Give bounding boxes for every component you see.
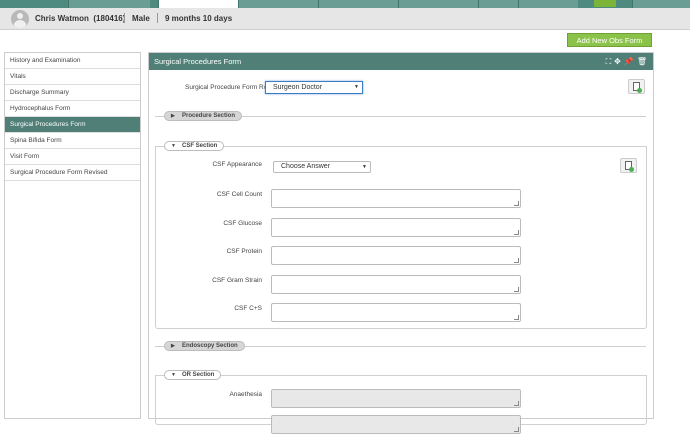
sidebar-item-visit[interactable]: Visit Form	[5, 149, 140, 165]
csf-glucose-label: CSF Glucose	[223, 220, 262, 227]
tab-3[interactable]	[238, 0, 318, 8]
role-select-value: Surgeon Doctor	[273, 84, 323, 91]
sidebar-item-spina-bifida[interactable]: Spina Bifida Form	[5, 133, 140, 149]
divider	[124, 13, 125, 23]
sidebar-item-vitals[interactable]: Vitals	[5, 69, 140, 85]
patient-gender: Male	[132, 14, 150, 23]
csf-protein-label: CSF Protein	[226, 248, 262, 255]
sidebar-item-hydrocephalus[interactable]: Hydrocephalus Form	[5, 101, 140, 117]
csf-cs-label: CSF C+S	[234, 305, 262, 312]
chevron-down-icon: ▼	[362, 164, 367, 170]
chevron-down-icon: ▼	[354, 84, 359, 90]
tab-patient[interactable]	[68, 0, 150, 8]
sidebar-item-surgical-procedures[interactable]: Surgical Procedures Form	[5, 117, 140, 133]
tab-active[interactable]	[158, 0, 238, 8]
chevron-right-icon: ▶	[171, 113, 175, 119]
or-next-input[interactable]	[271, 415, 521, 434]
top-navigation	[0, 0, 690, 8]
procedure-section-toggle[interactable]: ▶ Procedure Section	[164, 111, 243, 121]
csf-gram-strain-label: CSF Gram Strain	[212, 277, 262, 284]
sidebar-item-history[interactable]: History and Examination	[5, 53, 140, 69]
divider	[157, 13, 158, 23]
csf-protein-input[interactable]	[271, 246, 521, 265]
form-list-sidebar: History and Examination Vitals Discharge…	[4, 52, 141, 419]
csf-appearance-value: Choose Answer	[281, 163, 331, 170]
chevron-down-icon: ▼	[171, 143, 176, 149]
role-select[interactable]: Surgeon Doctor ▼	[265, 81, 363, 94]
pin-icon[interactable]: 📌	[624, 53, 634, 70]
anaethesia-input[interactable]	[271, 389, 521, 408]
add-new-obs-form-button[interactable]: Add New Obs Form	[567, 33, 652, 47]
user-avatar-icon	[11, 10, 29, 28]
form-header: Surgical Procedures Form ⛶ ✥ 📌 🗑	[149, 53, 653, 70]
sidebar-item-discharge[interactable]: Discharge Summary	[5, 85, 140, 101]
csf-cs-input[interactable]	[271, 303, 521, 322]
top-green-button[interactable]	[594, 0, 616, 7]
or-section-toggle[interactable]: ▼ OR Section	[164, 370, 222, 380]
form-header-icons: ⛶ ✥ 📌 🗑	[606, 53, 647, 70]
sidebar-item-surgical-revised[interactable]: Surgical Procedure Form Revised	[5, 165, 140, 181]
role-label: Surgical Procedure Form Role	[185, 84, 273, 91]
csf-section-box	[155, 146, 647, 329]
tab-5[interactable]	[398, 0, 478, 8]
anaethesia-label: Anaethesia	[229, 391, 262, 398]
chevron-right-icon: ▶	[171, 343, 175, 349]
tab-4[interactable]	[318, 0, 398, 8]
csf-appearance-select[interactable]: Choose Answer ▼	[273, 161, 371, 173]
csf-appearance-label: CSF Appearance	[212, 161, 262, 168]
csf-cell-count-label: CSF Cell Count	[216, 191, 262, 198]
csf-section-toggle[interactable]: ▼ CSF Section	[164, 141, 225, 151]
tab-8[interactable]	[632, 0, 690, 8]
patient-id: (180416)	[93, 14, 126, 23]
form-title: Surgical Procedures Form	[154, 57, 242, 66]
add-note-icon	[633, 82, 642, 93]
procedure-section-label: Procedure Section	[182, 113, 236, 119]
csf-glucose-input[interactable]	[271, 218, 521, 237]
endoscopy-section-label: Endoscopy Section	[182, 343, 238, 349]
trash-icon[interactable]: 🗑	[637, 53, 647, 70]
endoscopy-section-toggle[interactable]: ▶ Endoscopy Section	[164, 341, 245, 351]
or-section-label: OR Section	[182, 372, 215, 378]
csf-gram-strain-input[interactable]	[271, 275, 521, 294]
add-note-button[interactable]	[620, 158, 637, 173]
patient-name: Chris Watmon (180416)	[35, 14, 126, 23]
patient-age: 9 months 10 days	[165, 14, 233, 23]
chevron-down-icon: ▼	[171, 372, 176, 378]
tab-7[interactable]	[518, 0, 578, 8]
expand-icon[interactable]: ⛶	[606, 53, 612, 70]
tab-6[interactable]	[478, 0, 518, 8]
csf-cell-count-input[interactable]	[271, 189, 521, 208]
csf-section-label: CSF Section	[182, 143, 218, 149]
add-note-icon	[625, 161, 634, 172]
move-icon[interactable]: ✥	[614, 53, 621, 70]
add-note-button[interactable]	[628, 79, 645, 94]
